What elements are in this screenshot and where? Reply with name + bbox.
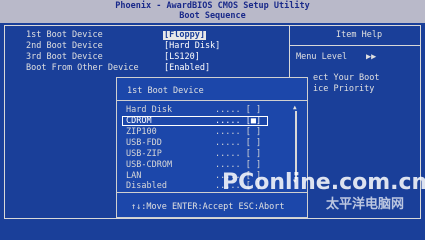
option-checkbox[interactable]: ..... [ ] (215, 150, 261, 159)
setting-value[interactable]: [LS120] (164, 53, 200, 62)
help-text-line-2: ice Priority (313, 84, 375, 94)
menu-level-arrow-icon: ▶▶ (366, 52, 377, 62)
option-checkbox[interactable]: ..... [ ] (215, 106, 261, 115)
scroll-track[interactable] (295, 111, 297, 179)
help-title-divider (289, 45, 421, 46)
option-label: ZIP100 (126, 127, 157, 137)
setting-label: 3rd Boot Device (26, 52, 103, 62)
setting-label: 2nd Boot Device (26, 41, 103, 51)
setting-value-selected[interactable]: [Floppy] (163, 31, 206, 40)
option-label: LAN (126, 171, 142, 181)
setting-label: Boot From Other Device (26, 63, 139, 73)
option-label: CDROM (126, 116, 152, 126)
option-checkbox[interactable]: ..... [ ] (215, 139, 261, 148)
setting-value[interactable]: [Enabled] (164, 64, 210, 73)
help-title: Item Help (336, 30, 383, 40)
option-checkbox[interactable]: ..... [ ] (215, 161, 261, 170)
option-label: USB-CDROM (126, 160, 173, 170)
help-text-line-1: ect Your Boot (313, 73, 380, 83)
popup-title-divider (116, 100, 308, 101)
app-title: Phoenix - AwardBIOS CMOS Setup Utility (115, 1, 310, 11)
title-bar: Phoenix - AwardBIOS CMOS Setup Utility B… (0, 0, 425, 23)
option-checkbox-checked[interactable]: ..... [■] (215, 117, 261, 126)
menu-level-label: Menu Level (296, 52, 348, 62)
watermark-logo: PConline.com.cn (222, 170, 425, 195)
option-label: USB-FDD (126, 138, 162, 148)
popup-key-hints: ↑↓:Move ENTER:Accept ESC:Abort (131, 202, 285, 212)
option-label: USB-ZIP (126, 149, 162, 159)
setting-label: 1st Boot Device (26, 30, 103, 40)
option-label: Hard Disk (126, 105, 173, 115)
option-checkbox[interactable]: ..... [ ] (215, 128, 261, 137)
page-title: Boot Sequence (179, 11, 246, 21)
option-label: Disabled (126, 181, 167, 191)
setting-value[interactable]: [Hard Disk] (164, 42, 220, 51)
watermark-subtitle: 太平洋电脑网 (326, 197, 405, 212)
popup-title: 1st Boot Device (127, 86, 204, 96)
